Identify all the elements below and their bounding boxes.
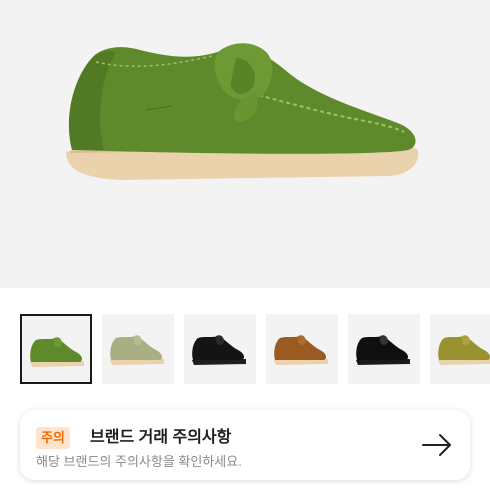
notice-description: 해당 브랜드의 주의사항을 확인하세요. (36, 454, 242, 469)
thumbnail-black-leather[interactable] (348, 314, 420, 384)
thumbnail-sage[interactable] (102, 314, 174, 384)
thumbnail-shoe-icon (438, 335, 490, 365)
thumbnail-shoe-icon (30, 337, 84, 367)
thumbnail-olive[interactable] (430, 314, 490, 384)
thumbnail-shoe-icon (356, 335, 410, 365)
brand-notice-card[interactable]: 주의 브랜드 거래 주의사항 해당 브랜드의 주의사항을 확인하세요. (20, 410, 470, 480)
thumbnail-shoe-icon (192, 335, 246, 365)
thumbnail-black-suede[interactable] (184, 314, 256, 384)
product-page: 주의 브랜드 거래 주의사항 해당 브랜드의 주의사항을 확인하세요. (0, 0, 490, 490)
thumbnail-shoe-icon (110, 335, 164, 365)
thumbnail-cola-brown[interactable] (266, 314, 338, 384)
product-main-image[interactable] (0, 0, 490, 288)
arrow-right-icon[interactable] (420, 428, 454, 462)
thumbnail-shoe-icon (274, 335, 328, 365)
green-shoe-image (66, 43, 419, 180)
notice-title: 브랜드 거래 주의사항 (90, 429, 232, 446)
notice-badge: 주의 (36, 427, 70, 449)
thumbnail-green[interactable] (20, 314, 92, 384)
thumbnail-strip (0, 314, 490, 384)
